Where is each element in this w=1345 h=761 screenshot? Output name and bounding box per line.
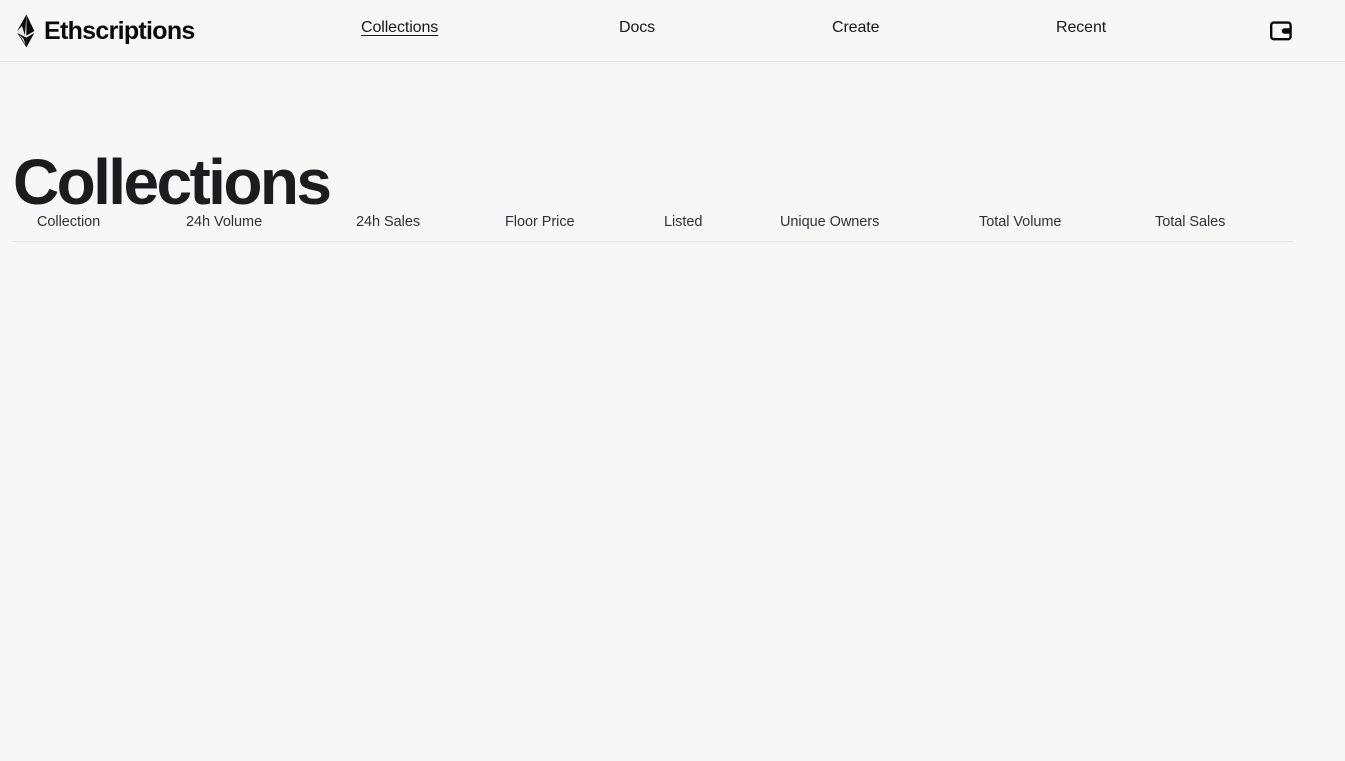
column-header-listed[interactable]: Listed [664, 214, 702, 230]
page-content: Collections Collection 24h Volume 24h Sa… [0, 62, 1345, 761]
page-title: Collections [13, 146, 332, 218]
wallet-button[interactable] [1267, 17, 1295, 45]
collections-table: Collection 24h Volume 24h Sales Floor Pr… [12, 206, 1293, 662]
main-navigation: Collections Docs Create Recent [0, 0, 1345, 62]
column-header-total-sales[interactable]: Total Sales [1155, 214, 1225, 230]
column-header-total-volume[interactable]: Total Volume [979, 214, 1061, 230]
nav-item-collections[interactable]: Collections [361, 19, 438, 37]
table-body [12, 242, 1293, 662]
column-header-floor-price[interactable]: Floor Price [505, 214, 575, 230]
column-header-24h-volume[interactable]: 24h Volume [186, 214, 262, 230]
column-header-24h-sales[interactable]: 24h Sales [356, 214, 420, 230]
column-header-collection[interactable]: Collection [37, 214, 100, 230]
table-header-row: Collection 24h Volume 24h Sales Floor Pr… [12, 206, 1293, 242]
column-header-unique-owners[interactable]: Unique Owners [780, 214, 879, 230]
wallet-icon [1270, 21, 1292, 41]
nav-item-docs[interactable]: Docs [619, 19, 655, 37]
nav-item-recent[interactable]: Recent [1056, 19, 1106, 37]
site-header: Ethscriptions Collections Docs Create Re… [0, 0, 1345, 62]
nav-item-create[interactable]: Create [832, 19, 880, 37]
